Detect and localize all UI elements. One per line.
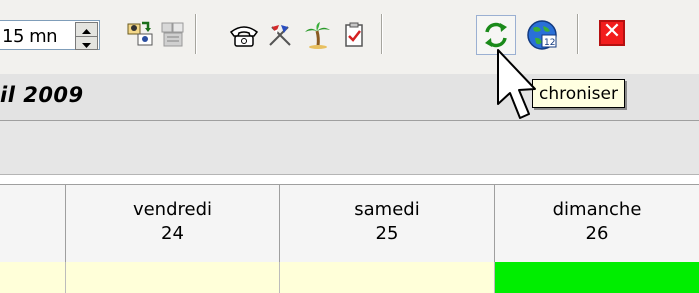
day-number: 25: [375, 223, 399, 244]
month-label: il 2009: [0, 83, 84, 107]
stepper-buttons[interactable]: [75, 22, 98, 50]
close-icon: ✕: [602, 19, 622, 44]
stepper-down-button[interactable]: [76, 36, 97, 50]
day-name: samedi: [354, 199, 420, 220]
row-cell[interactable]: [0, 262, 66, 293]
sync-tooltip: chroniser: [532, 79, 625, 108]
interval-stepper[interactable]: 15 mn: [0, 20, 100, 50]
header-cell-blank: [0, 185, 66, 262]
header-cell-friday[interactable]: vendredi 24: [66, 185, 280, 262]
toolbar-separator: [195, 14, 197, 54]
header-cell-saturday[interactable]: samedi 25: [280, 185, 495, 262]
chevron-down-icon: [82, 43, 91, 48]
day-name: dimanche: [552, 199, 642, 220]
day-number: 24: [161, 223, 184, 244]
toolbar-separator: [577, 14, 579, 54]
palm-tree-icon[interactable]: [302, 19, 334, 51]
row-cell-friday[interactable]: [66, 262, 280, 293]
calendar-header: vendredi 24 samedi 25 dimanche 26: [0, 184, 699, 263]
empty-band: [0, 121, 699, 175]
table-row: [0, 262, 699, 293]
toolbar-separator: [381, 14, 383, 54]
day-name: vendredi: [132, 199, 213, 220]
user-swap-icon[interactable]: [124, 19, 156, 51]
stepper-up-button[interactable]: [76, 23, 97, 36]
close-button[interactable]: ✕: [599, 20, 625, 46]
row-cell-sunday[interactable]: [495, 262, 699, 293]
mouse-pointer-icon: [497, 49, 536, 119]
svg-text:12: 12: [544, 38, 555, 48]
day-number: 26: [585, 223, 609, 244]
interval-value: 15 mn: [2, 26, 58, 47]
clipboard-check-icon[interactable]: [338, 19, 370, 51]
phone-icon[interactable]: [228, 19, 260, 51]
header-cell-sunday[interactable]: dimanche 26: [495, 185, 699, 262]
toolbar: 15 mn 12 ✕: [0, 0, 699, 75]
row-cell-saturday[interactable]: [280, 262, 495, 293]
flags-icon[interactable]: [264, 19, 296, 51]
user-grid-icon[interactable]: [158, 19, 190, 51]
